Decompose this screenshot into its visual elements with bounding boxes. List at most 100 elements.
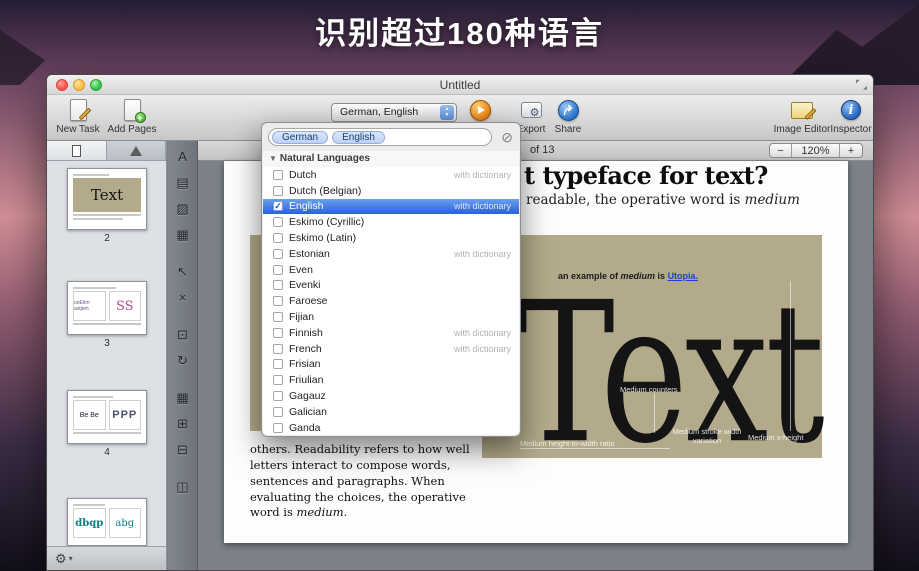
zoom-level-button[interactable]: 120% ▼ <box>792 144 840 157</box>
language-token[interactable]: English <box>332 131 385 144</box>
language-checkbox[interactable] <box>273 265 283 275</box>
language-label: Galician <box>289 406 327 418</box>
language-checkbox[interactable] <box>273 407 283 417</box>
warning-icon <box>130 146 142 156</box>
language-checkbox[interactable] <box>273 423 283 433</box>
language-checkbox[interactable] <box>273 233 283 243</box>
dictionary-badge: with dictionary <box>454 170 519 180</box>
close-button[interactable] <box>56 79 68 91</box>
language-row[interactable]: ✓Englishwith dictionary <box>263 199 519 215</box>
disclosure-triangle-icon[interactable]: ▼ <box>269 154 277 163</box>
zoom-in-button[interactable]: + <box>840 144 862 157</box>
language-checkbox[interactable] <box>273 186 283 196</box>
thumb-image: abg <box>109 508 142 538</box>
language-row[interactable]: Frisian <box>263 357 519 373</box>
language-checkbox[interactable] <box>273 280 283 290</box>
language-checkbox[interactable] <box>273 375 283 385</box>
language-checkbox[interactable] <box>273 328 283 338</box>
text-region-tool[interactable]: A <box>171 146 195 167</box>
crop-tool[interactable]: ⊡ <box>171 324 195 345</box>
export-icon: ⚙ <box>521 102 542 118</box>
language-token-field[interactable]: German English <box>268 128 492 146</box>
language-row[interactable]: Ganda <box>263 420 519 435</box>
texture-region-tool[interactable]: ▦ <box>171 224 195 245</box>
dictionary-badge: with dictionary <box>454 249 519 259</box>
language-checkbox[interactable] <box>273 344 283 354</box>
language-checkbox[interactable] <box>273 217 283 227</box>
page-thumbnail-2[interactable]: Text <box>67 168 147 230</box>
zoom-window-button[interactable] <box>90 79 102 91</box>
thumb-text-line <box>73 323 141 325</box>
language-row[interactable]: Friulian <box>263 372 519 388</box>
language-label: Finnish <box>289 327 323 339</box>
language-row[interactable]: Dutchwith dictionary <box>263 167 519 183</box>
language-row[interactable]: Eskimo (Cyrillic) <box>263 214 519 230</box>
pages-tab-icon <box>72 145 81 157</box>
delete-region-tool[interactable]: × <box>171 287 195 308</box>
language-checkbox[interactable] <box>273 391 283 401</box>
annotation-stroke: Medium stroke width variation <box>670 427 744 445</box>
thumb-text-line <box>73 174 109 176</box>
tab-warnings[interactable] <box>107 141 167 160</box>
thumb-image: PPP <box>109 400 142 430</box>
inspector-icon: i <box>841 100 861 120</box>
language-dropdown[interactable]: German, English ▲▼ <box>331 103 457 122</box>
inspector-button[interactable]: i Inspector <box>827 97 875 135</box>
thumb-text-line <box>73 218 123 220</box>
language-row[interactable]: Even <box>263 262 519 278</box>
page-thumbnail-4[interactable]: Be Be PPP <box>67 390 147 444</box>
measure-line <box>654 393 655 433</box>
page-thumbnail-3[interactable]: ooEtim astjem SS <box>67 281 147 335</box>
annotation-counters: Medium counters <box>620 385 678 394</box>
language-row[interactable]: Fijian <box>263 309 519 325</box>
language-checkbox[interactable] <box>273 312 283 322</box>
table-tool[interactable]: ▦ <box>171 387 195 408</box>
prohibit-icon[interactable]: ⊘ <box>501 129 513 146</box>
rotate-tool[interactable]: ↻ <box>171 350 195 371</box>
window-title: Untitled <box>47 75 873 95</box>
select-tool[interactable]: ↖ <box>171 261 195 282</box>
language-section-header[interactable]: ▼Natural Languages <box>263 151 519 167</box>
language-row[interactable]: Frenchwith dictionary <box>263 341 519 357</box>
language-label: Ganda <box>289 422 321 434</box>
page-count-label: of 13 <box>530 144 554 156</box>
columns-tool[interactable]: ◫ <box>171 476 195 497</box>
language-checkbox[interactable] <box>273 170 283 180</box>
language-row[interactable]: Eskimo (Latin) <box>263 230 519 246</box>
read-icon <box>470 100 491 121</box>
add-pages-button[interactable]: + Add Pages <box>105 97 159 135</box>
zoom-out-button[interactable]: − <box>770 144 792 157</box>
share-button[interactable]: Share <box>547 97 589 135</box>
new-task-button[interactable]: New Task <box>55 97 101 135</box>
language-label: Eskimo (Cyrillic) <box>289 216 364 228</box>
layout-regions-tool[interactable]: ▤ <box>171 172 195 193</box>
language-checkbox[interactable] <box>273 296 283 306</box>
page-thumbnail-5[interactable]: dbqp abg <box>67 498 147 546</box>
image-region-tool[interactable]: ▨ <box>171 198 195 219</box>
remove-row-tool[interactable]: ⊟ <box>171 439 195 460</box>
language-token[interactable]: German <box>272 131 328 144</box>
language-row[interactable]: Estonianwith dictionary <box>263 246 519 262</box>
language-row[interactable]: Faroese <box>263 293 519 309</box>
page-number: 3 <box>47 338 167 349</box>
image-editor-label: Image Editor <box>774 124 831 135</box>
language-checkbox[interactable] <box>273 249 283 259</box>
image-editor-button[interactable]: Image Editor <box>773 97 831 135</box>
tab-pages[interactable] <box>47 141 107 160</box>
language-row[interactable]: Finnishwith dictionary <box>263 325 519 341</box>
language-label: Fijian <box>289 311 314 323</box>
subheading-emphasis: medium <box>745 192 800 208</box>
share-label: Share <box>555 124 582 135</box>
language-checkbox[interactable] <box>273 359 283 369</box>
titlebar[interactable]: Untitled ◤◢ <box>47 75 873 95</box>
language-checkbox[interactable]: ✓ <box>273 201 283 211</box>
thumb-figure: Text <box>73 178 141 212</box>
language-row[interactable]: Galician <box>263 404 519 420</box>
add-row-tool[interactable]: ⊞ <box>171 413 195 434</box>
fullscreen-icon[interactable]: ◤◢ <box>856 80 867 91</box>
language-row[interactable]: Gagauz <box>263 388 519 404</box>
language-row[interactable]: Evenki <box>263 278 519 294</box>
language-row[interactable]: Dutch (Belgian) <box>263 183 519 199</box>
gear-icon[interactable]: ⚙ <box>55 551 67 567</box>
minimize-button[interactable] <box>73 79 85 91</box>
